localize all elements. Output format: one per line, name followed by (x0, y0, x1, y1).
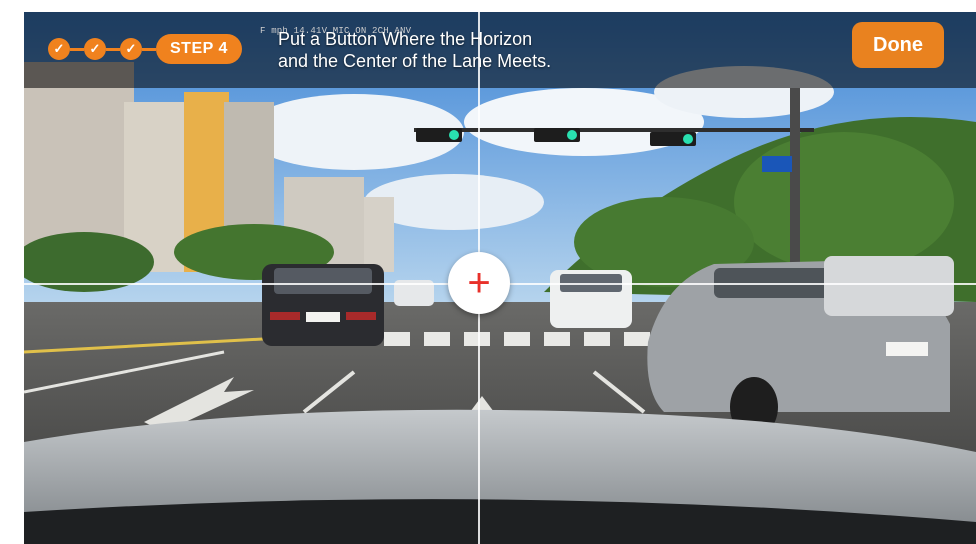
step-connector (142, 47, 156, 51)
instruction-text: Put a Button Where the Horizon and the C… (278, 28, 551, 72)
step-progress: ✓ ✓ ✓ STEP 4 (48, 34, 242, 64)
plus-icon: + (467, 261, 491, 305)
done-button[interactable]: Done (852, 22, 944, 68)
camera-view[interactable]: F mph 14.41V MIC ON 2CH ANV ✓ ✓ ✓ STEP 4… (24, 12, 976, 544)
instruction-line-1: Put a Button Where the Horizon (278, 29, 533, 49)
step-connector (70, 47, 84, 51)
check-icon: ✓ (84, 38, 106, 60)
horizon-marker-button[interactable]: + (448, 252, 510, 314)
step-connector (106, 47, 120, 51)
check-icon: ✓ (120, 38, 142, 60)
check-icon: ✓ (48, 38, 70, 60)
instruction-line-2: and the Center of the Lane Meets. (278, 51, 552, 71)
current-step-badge: STEP 4 (156, 34, 242, 64)
